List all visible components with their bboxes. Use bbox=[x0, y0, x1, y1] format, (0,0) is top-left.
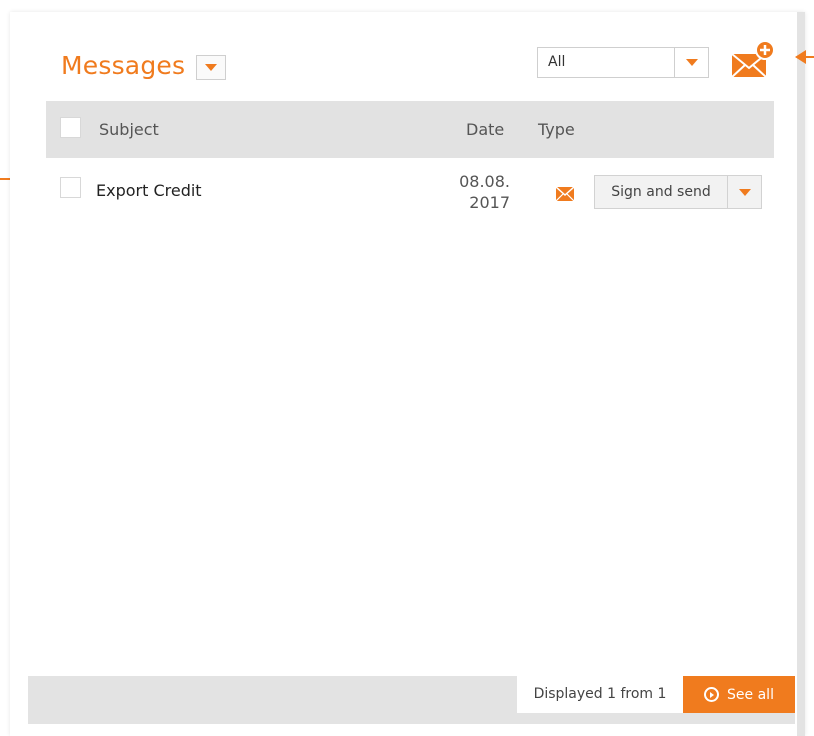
row-checkbox[interactable] bbox=[60, 177, 81, 198]
action-label: Sign and send bbox=[611, 184, 711, 200]
table-header: Subject Date Type bbox=[46, 101, 774, 158]
chevron-down-icon bbox=[685, 59, 698, 66]
messages-panel: Messages All Subject Date Type Export Cr… bbox=[10, 12, 805, 736]
column-subject[interactable]: Subject bbox=[99, 120, 159, 139]
type-filter-select[interactable]: All bbox=[537, 47, 709, 78]
column-type[interactable]: Type bbox=[538, 120, 575, 139]
filter-dropdown-button[interactable] bbox=[674, 48, 708, 77]
message-subject[interactable]: Export Credit bbox=[96, 181, 202, 200]
panel-footer: Displayed 1 from 1 See all bbox=[28, 676, 795, 724]
see-all-button[interactable]: See all bbox=[683, 676, 795, 713]
chevron-down-icon bbox=[738, 188, 751, 196]
column-date[interactable]: Date bbox=[466, 120, 504, 139]
message-date: 08.08. 2017 bbox=[420, 171, 510, 213]
play-circle-icon bbox=[704, 687, 720, 702]
chevron-down-icon bbox=[205, 64, 217, 71]
date-day-month: 08.08. bbox=[459, 172, 510, 191]
title-dropdown-button[interactable] bbox=[196, 55, 226, 80]
page-title: Messages bbox=[61, 51, 186, 80]
pagination-status: Displayed 1 from 1 bbox=[517, 676, 683, 713]
see-all-label: See all bbox=[727, 686, 774, 703]
table-row[interactable]: Export Credit 08.08. 2017 Sign and send bbox=[46, 158, 774, 238]
pointer-arrow-left-icon bbox=[795, 50, 814, 64]
sign-and-send-button[interactable]: Sign and send bbox=[594, 175, 762, 209]
filter-value: All bbox=[548, 54, 566, 70]
action-dropdown-button[interactable] bbox=[727, 176, 761, 208]
date-year: 2017 bbox=[469, 193, 510, 212]
envelope-icon bbox=[556, 187, 574, 201]
new-message-icon[interactable] bbox=[732, 40, 776, 80]
select-all-checkbox[interactable] bbox=[60, 117, 81, 138]
